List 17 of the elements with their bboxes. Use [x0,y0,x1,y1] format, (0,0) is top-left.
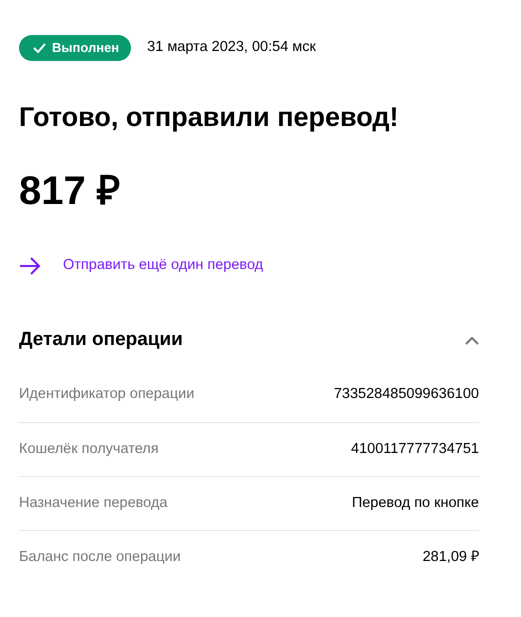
page-title: Готово, отправили перевод! [19,101,400,134]
detail-label: Идентификатор операции [19,385,194,404]
arrow-right-icon[interactable] [19,257,41,276]
detail-label: Назначение перевода [19,494,168,513]
section-title: Детали операции [19,329,183,352]
detail-value: 281,09 ₽ [422,548,479,567]
detail-label: Кошелёк получателя [19,440,159,459]
chevron-up-icon[interactable] [465,336,479,346]
amount: 817 ₽ [19,168,121,216]
timestamp: 31 марта 2023, 00:54 мск [147,38,316,58]
status-badge: Выполнен [19,35,132,61]
detail-value: Перевод по кнопке [352,494,479,513]
send-another-transfer-link[interactable]: Отправить ещё один перевод [63,255,264,278]
detail-label: Баланс после операции [19,548,181,567]
check-icon [33,43,46,53]
detail-value: 4100117777734751 [351,440,479,459]
detail-value: 733528485099636100 [334,385,479,404]
